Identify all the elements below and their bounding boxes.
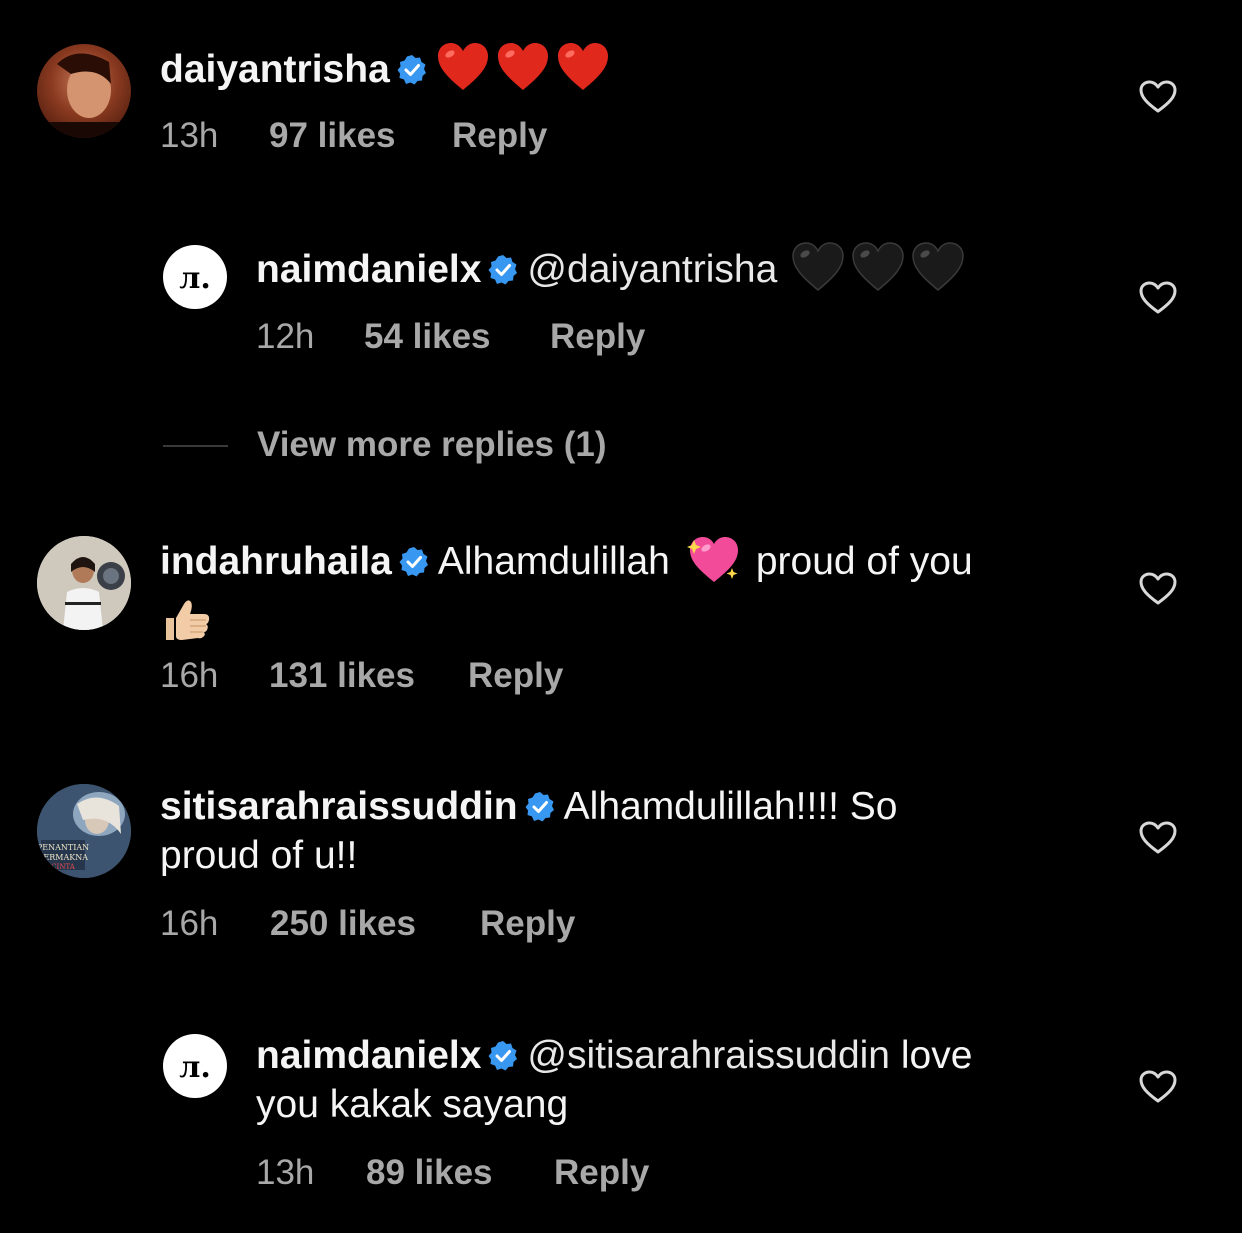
reply-button[interactable]: Reply	[452, 116, 547, 156]
view-more-replies-label: View more replies (1)	[257, 425, 607, 464]
mention-link[interactable]: @sitisarahraissuddin	[527, 1034, 890, 1077]
comment-body-line2: proud of u!!	[160, 834, 358, 877]
like-heart-icon[interactable]	[1139, 572, 1177, 606]
username[interactable]: naimdanielx	[256, 1034, 481, 1077]
likes-count[interactable]: 54 likes	[364, 317, 491, 357]
svg-text:PENANTIAN: PENANTIAN	[37, 843, 89, 852]
mention-link[interactable]: @daiyantrisha	[527, 248, 777, 291]
likes-count[interactable]: 250 likes	[270, 904, 416, 944]
avatar[interactable]: PENANTIAN PERMAKNA CINTA	[37, 784, 131, 878]
black-heart-emoji	[851, 242, 905, 304]
timestamp: 13h	[256, 1153, 315, 1192]
svg-text:л.: л.	[179, 1050, 211, 1085]
like-heart-icon[interactable]	[1139, 281, 1177, 315]
avatar-photo	[37, 53, 131, 138]
avatar[interactable]	[37, 44, 131, 138]
comment-text: sitisarahraissuddin Alhamdulillah!!!! So p…	[160, 782, 1080, 880]
timestamp: 13h	[160, 116, 219, 155]
avatar[interactable]: л.	[163, 1034, 227, 1098]
timestamp: 16h	[160, 656, 219, 695]
comment-text: daiyantrisha	[160, 42, 610, 104]
verified-badge-icon	[397, 55, 426, 85]
sparkling-heart-emoji	[686, 534, 740, 596]
comment-text: indahruhaila Alhamdulillah proud of you	[160, 534, 1080, 656]
divider-line	[163, 445, 228, 447]
timestamp: 12h	[256, 317, 315, 356]
svg-text:PERMAKNA: PERMAKNA	[38, 853, 88, 862]
comment-text: naimdanielx @daiyantrisha	[256, 242, 965, 304]
black-heart-emoji	[791, 242, 845, 304]
thumbs-up-emoji	[160, 596, 212, 656]
reply-button[interactable]: Reply	[468, 656, 563, 696]
verified-badge-icon	[399, 547, 428, 577]
red-heart-emoji	[556, 42, 610, 104]
comment-text: naimdanielx @sitisarahraissuddin love you …	[256, 1031, 1096, 1129]
verified-badge-icon	[525, 792, 554, 822]
avatar[interactable]	[37, 536, 131, 630]
verified-badge-icon	[488, 1041, 518, 1071]
verified-badge-icon	[488, 255, 518, 285]
comment-body: Alhamdulillah	[437, 540, 670, 583]
comment-body: Alhamdulillah!!!! So	[563, 785, 898, 828]
comment-body-continued: proud of you	[755, 540, 973, 583]
reply-button[interactable]: Reply	[554, 1153, 649, 1193]
svg-text:л.: л.	[179, 261, 211, 296]
black-heart-emoji	[911, 242, 965, 304]
reply-button[interactable]: Reply	[480, 904, 575, 944]
naim-logo: л.	[179, 1050, 211, 1085]
username[interactable]: naimdanielx	[256, 248, 481, 291]
like-heart-icon[interactable]	[1139, 821, 1177, 855]
like-heart-icon[interactable]	[1139, 1070, 1177, 1104]
reply-button[interactable]: Reply	[550, 317, 645, 357]
timestamp: 16h	[160, 904, 219, 943]
username[interactable]: indahruhaila	[160, 540, 392, 583]
naim-logo: л.	[179, 261, 211, 296]
red-heart-emoji	[436, 42, 490, 104]
comment-body: love	[900, 1034, 973, 1077]
username[interactable]: daiyantrisha	[160, 48, 390, 91]
username[interactable]: sitisarahraissuddin	[160, 785, 518, 828]
svg-text:CINTA: CINTA	[51, 863, 76, 871]
likes-count[interactable]: 97 likes	[269, 116, 396, 156]
view-more-replies-button[interactable]: View more replies (1)	[163, 425, 763, 465]
likes-count[interactable]: 89 likes	[366, 1153, 493, 1193]
avatar-photo: PENANTIAN PERMAKNA CINTA	[37, 784, 131, 878]
avatar[interactable]: л.	[163, 245, 227, 309]
red-heart-emoji	[496, 42, 550, 104]
likes-count[interactable]: 131 likes	[269, 656, 415, 696]
like-heart-icon[interactable]	[1139, 80, 1177, 114]
comment-body-line2: you kakak sayang	[256, 1083, 569, 1126]
avatar-photo	[37, 536, 131, 630]
